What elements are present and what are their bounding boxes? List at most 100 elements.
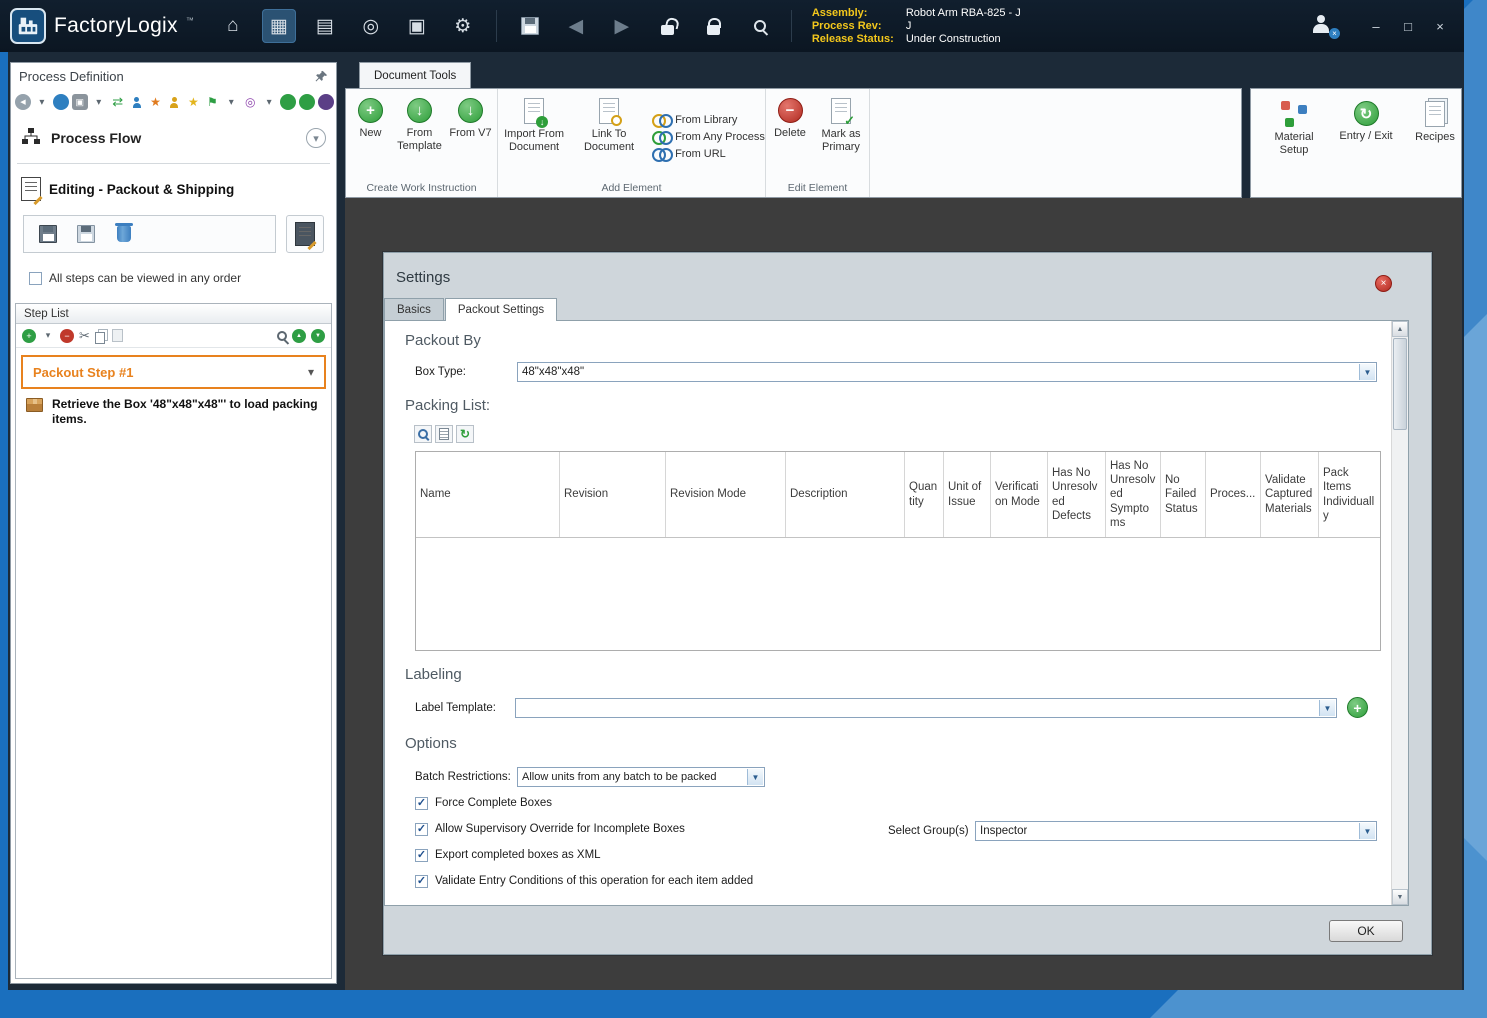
undo-icon[interactable] (15, 94, 31, 110)
expand-all-icon[interactable] (292, 328, 306, 343)
documents-icon[interactable] (400, 9, 434, 43)
paste-step-icon[interactable] (111, 329, 123, 342)
assign-user-icon[interactable] (129, 94, 145, 110)
scroll-down-icon[interactable] (1392, 889, 1408, 905)
add-label-template-icon[interactable] (1347, 697, 1368, 718)
dropdown-arrow-icon[interactable] (747, 769, 763, 785)
maximize-button[interactable] (1400, 19, 1416, 34)
map-menu-caret-icon[interactable] (261, 94, 277, 110)
import-step-icon[interactable] (70, 219, 102, 249)
step-expand-icon[interactable] (308, 365, 314, 379)
lock-icon[interactable] (697, 9, 731, 43)
recipes-button[interactable]: Recipes (1409, 99, 1461, 197)
resume-icon[interactable] (299, 94, 315, 110)
export-xml-checkbox[interactable]: Export completed boxes as XML (415, 847, 601, 863)
operations-icon[interactable] (354, 9, 388, 43)
flag-icon[interactable] (204, 94, 220, 110)
gear-icon[interactable] (446, 9, 480, 43)
mark-as-primary-button[interactable]: Mark as Primary (815, 96, 867, 177)
pin-icon[interactable] (315, 70, 328, 83)
dialog-scrollbar[interactable] (1391, 321, 1408, 905)
step-item-packout-1[interactable]: Packout Step #1 (21, 355, 326, 389)
col-process[interactable]: Proces... (1206, 452, 1261, 537)
find-step-icon[interactable] (277, 330, 287, 341)
add-step-icon[interactable] (22, 328, 36, 343)
unlock-icon[interactable] (651, 9, 685, 43)
col-description[interactable]: Description (786, 452, 905, 537)
step-instruction[interactable]: Retrieve the Box '48"x48"x48"' to load p… (24, 397, 323, 427)
supervisory-override-checkbox[interactable]: Allow Supervisory Override for Incomplet… (415, 821, 685, 837)
refresh-packing-list-icon[interactable] (456, 425, 474, 443)
from-any-process-button[interactable]: From Any Process (652, 130, 765, 145)
cut-step-icon[interactable] (79, 328, 90, 344)
edit-instruction-icon[interactable] (286, 215, 324, 253)
col-revision-mode[interactable]: Revision Mode (666, 452, 786, 537)
process-map-icon[interactable] (242, 94, 258, 110)
dropdown-arrow-icon[interactable] (1359, 364, 1375, 380)
select-from-list-icon[interactable] (435, 425, 453, 443)
close-button[interactable] (1432, 19, 1448, 34)
col-has-no-unresolved-symptoms[interactable]: Has No Unresolved Symptoms (1106, 452, 1161, 537)
print-menu-caret-icon[interactable] (91, 94, 107, 110)
start-icon[interactable] (280, 94, 297, 110)
process-search-icon[interactable] (743, 9, 777, 43)
undo-menu-caret-icon[interactable] (34, 94, 50, 110)
from-v7-button[interactable]: From V7 (449, 96, 493, 177)
select-groups-dropdown[interactable]: Inspector (975, 821, 1377, 841)
dropdown-arrow-icon[interactable] (1319, 700, 1335, 716)
from-library-button[interactable]: From Library (652, 113, 765, 128)
production-icon[interactable] (308, 9, 342, 43)
process-flow-row[interactable]: Process Flow (11, 121, 336, 155)
new-instruction-button[interactable]: New (351, 96, 391, 177)
label-template-dropdown[interactable] (515, 698, 1337, 718)
col-unit-of-issue[interactable]: Unit of Issue (944, 452, 991, 537)
add-step-caret-icon[interactable] (41, 329, 55, 343)
force-complete-checkbox[interactable]: Force Complete Boxes (415, 795, 552, 811)
from-url-button[interactable]: From URL (652, 147, 765, 162)
validate-entry-checkbox[interactable]: Validate Entry Conditions of this operat… (415, 873, 753, 889)
tools-icon[interactable] (148, 94, 164, 110)
scroll-up-icon[interactable] (1392, 321, 1408, 337)
col-pack-items-individually[interactable]: Pack Items Individually (1319, 452, 1380, 537)
copy-step-icon[interactable] (94, 331, 105, 344)
dialog-close-icon[interactable] (1375, 275, 1392, 292)
delete-step-icon[interactable] (108, 219, 140, 249)
award-icon[interactable] (185, 94, 201, 110)
ok-button[interactable]: OK (1329, 920, 1403, 942)
import-from-document-button[interactable]: Import From Document (498, 96, 570, 177)
dropdown-arrow-icon[interactable] (1359, 823, 1375, 839)
find-material-icon[interactable] (414, 425, 432, 443)
minimize-button[interactable] (1368, 19, 1384, 34)
delete-element-button[interactable]: Delete (768, 96, 812, 177)
print-icon[interactable] (71, 94, 88, 110)
col-validate-captured-materials[interactable]: Validate Captured Materials (1261, 452, 1319, 537)
any-order-checkbox[interactable]: All steps can be viewed in any order (29, 269, 241, 287)
collapse-section-icon[interactable] (306, 128, 326, 148)
scroll-thumb[interactable] (1393, 338, 1407, 430)
home-icon[interactable] (216, 9, 250, 43)
material-setup-button[interactable]: Material Setup (1265, 99, 1323, 197)
tab-packout-settings[interactable]: Packout Settings (444, 298, 558, 321)
flag-menu-caret-icon[interactable] (223, 94, 239, 110)
tab-document-tools[interactable]: Document Tools (359, 62, 472, 88)
from-template-button[interactable]: From Template (394, 96, 446, 177)
batch-restrictions-dropdown[interactable]: Allow units from any batch to be packed (517, 767, 765, 787)
schedule-icon[interactable] (318, 94, 334, 110)
save-icon[interactable] (513, 9, 547, 43)
box-type-dropdown[interactable]: 48"x48"x48" (517, 362, 1377, 382)
col-has-no-unresolved-defects[interactable]: Has No Unresolved Defects (1048, 452, 1106, 537)
col-revision[interactable]: Revision (560, 452, 666, 537)
web-view-icon[interactable] (52, 94, 69, 110)
remove-step-icon[interactable] (60, 328, 74, 343)
link-to-document-button[interactable]: Link To Document (573, 96, 645, 177)
entry-exit-button[interactable]: Entry / Exit (1335, 99, 1397, 197)
col-no-failed-status[interactable]: No Failed Status (1161, 452, 1206, 537)
process-definition-icon[interactable] (261, 9, 296, 43)
user-icon[interactable] (1310, 13, 1340, 39)
col-verification-mode[interactable]: Verification Mode (991, 452, 1048, 537)
back-icon[interactable] (559, 9, 593, 43)
save-step-icon[interactable] (32, 219, 64, 249)
sync-icon[interactable] (110, 94, 126, 110)
tab-basics[interactable]: Basics (384, 298, 444, 320)
col-name[interactable]: Name (416, 452, 560, 537)
